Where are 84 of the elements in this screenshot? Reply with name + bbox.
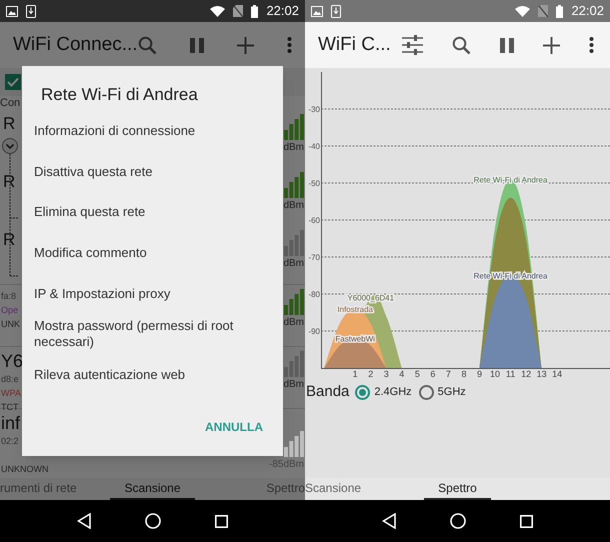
app-title: WiFi C... [318,32,391,57]
x-tick-label: 7 [446,369,451,379]
x-tick-label: 14 [552,369,562,379]
wifi-icon [515,6,530,16]
network-detail: UNK [1,318,20,331]
network-name: R [2,230,16,250]
menu-item[interactable]: Disattiva questa rete [22,152,283,192]
network-label: FastwebWi [335,334,375,344]
network-label: Rete Wi-Fi di Andrea [474,175,548,184]
no-sim-icon [538,5,548,17]
menu-item[interactable]: Modifica commento [22,232,283,274]
y-tick-label: -60 [308,216,320,225]
x-tick-label: 13 [536,369,547,379]
no-sim-icon [233,5,244,17]
network-name: R [2,114,16,134]
network-detail: Ope [1,304,20,317]
more-icon[interactable] [589,37,594,53]
x-tick-label: 9 [476,369,482,379]
x-tick-label: 4 [399,369,404,379]
menu-item[interactable]: IP & Impostazioni proxy [22,273,283,314]
clock: 22:02 [266,2,299,20]
back-icon[interactable] [382,513,396,529]
checkbox[interactable] [5,74,21,90]
x-tick-label: 2 [368,369,374,379]
network-detail: fa:8 [1,290,18,303]
x-tick-label: 6 [430,369,436,379]
y-tick-label: -80 [308,290,320,299]
pause-icon[interactable] [190,38,204,52]
section-label: Con [0,96,20,111]
x-tick-label: 3 [384,369,389,379]
network-detail: WPA [1,387,22,400]
search-icon[interactable] [138,36,157,54]
search-icon[interactable] [452,36,471,54]
y-tick-label: -30 [308,105,320,114]
image-icon [6,6,18,16]
menu-item[interactable]: Informazioni di connessione [22,111,283,152]
signal-reading: dBm [283,316,304,330]
battery-icon [251,4,258,18]
y-tick-label: -70 [308,253,320,262]
download-icon [331,4,341,18]
band-radio[interactable] [418,384,434,400]
dialog-title: Rete Wi-Fi di Andrea [41,85,198,104]
tab[interactable]: Scansione [305,478,362,500]
signal-reading: dBm [283,378,304,392]
sliders-icon[interactable] [402,35,423,55]
pause-icon[interactable] [500,38,514,52]
signal-reading: dBm [283,199,304,213]
download-icon [26,4,36,18]
plus-icon[interactable] [543,36,560,54]
x-tick-label: 8 [461,369,466,379]
signal-reading: dBm [283,141,304,155]
network-name: inf [1,413,22,434]
battery-icon [556,4,564,18]
plus-icon[interactable] [236,36,254,54]
y-tick-label: -50 [308,179,320,188]
image-icon [311,6,323,16]
home-icon[interactable] [450,513,466,529]
y-tick-label: -90 [308,327,320,336]
y-tick-label: -40 [308,142,320,151]
band-radio[interactable] [355,384,370,400]
recents-icon[interactable] [215,514,228,528]
x-tick-label: 1 [352,369,358,379]
signal-reading: dBm [283,257,304,271]
back-icon[interactable] [77,513,91,529]
x-tick-label: 11 [506,369,516,379]
home-icon[interactable] [145,513,161,529]
band-option-label: 2.4GHz [374,384,412,400]
x-tick-label: 10 [490,369,500,379]
clock: 22:02 [571,2,604,20]
recents-icon[interactable] [520,514,533,528]
network-detail: TCT [1,401,20,414]
network-detail: d8:e [1,373,20,386]
network-name: Y6 [1,351,24,372]
x-tick-label: 5 [414,369,420,379]
network-detail: 02:2 [1,435,20,448]
menu-item[interactable]: Mostra password (permessi di root necessari) [22,314,283,355]
band-option-label: 5GHz [438,384,466,400]
app-title: WiFi Connec... [13,32,138,57]
menu-item[interactable]: Elimina questa rete [22,192,283,233]
network-detail: UNKNOWN [1,463,48,476]
wifi-icon [210,6,226,16]
x-tick-label: 12 [521,369,532,379]
band-label: Banda [306,382,350,402]
menu-item[interactable]: Rileva autenticazione web [22,354,283,396]
